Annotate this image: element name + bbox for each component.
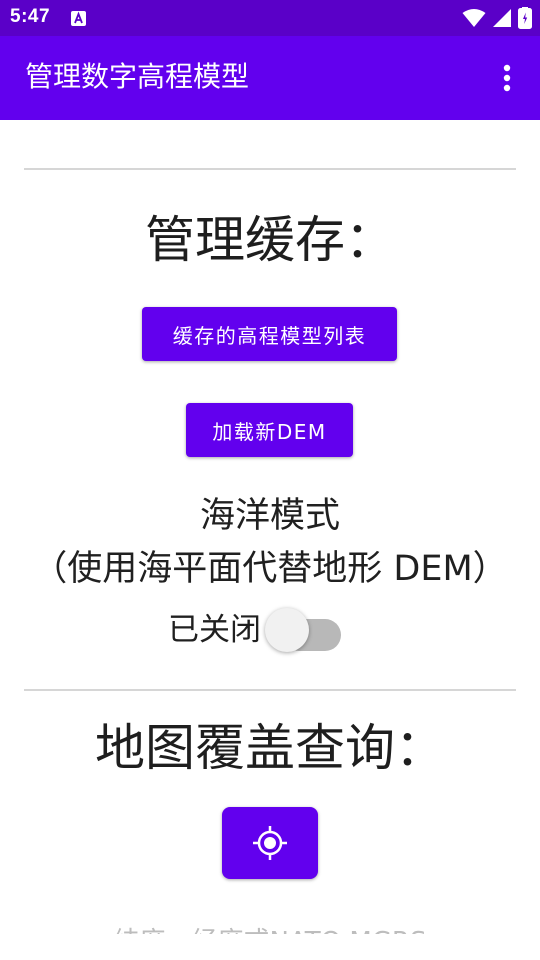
switch-thumb[interactable] [265,608,309,652]
overflow-menu-button[interactable] [492,62,522,94]
load-new-dem-button[interactable]: 加载新DEM [186,403,353,457]
overflow-menu-icon [503,64,511,92]
ocean-mode-switch[interactable] [265,606,343,654]
coordinate-input[interactable]: 纬度，经度或NATO MGRS [0,924,540,934]
ocean-mode-switch-label: 已关闭 [168,612,261,648]
app-bar: 管理数字高程模型 [0,36,540,120]
ocean-mode-switch-row: 已关闭 [168,606,343,654]
status-time: 5:47 [10,6,51,27]
signal-icon [493,9,511,27]
wifi-icon [462,9,486,27]
battery-icon [518,7,532,29]
a-notification-icon [71,11,86,26]
page-title: 管理数字高程模型 [25,60,250,93]
ocean-mode-title: 海洋模式 [199,496,340,536]
divider-middle [24,689,516,691]
overlay-query-heading: 地图覆盖查询： [95,719,445,777]
cache-heading: 管理缓存： [145,211,395,269]
status-bar: 5:47 [0,0,540,36]
gps-target-icon [253,826,287,860]
locate-button[interactable] [222,807,318,879]
divider-top [24,168,516,170]
status-icons [462,7,532,29]
ocean-mode-subtitle: （使用海平面代替地形 DEM） [32,549,508,589]
cached-dem-list-button[interactable]: 缓存的高程模型列表 [142,307,397,361]
